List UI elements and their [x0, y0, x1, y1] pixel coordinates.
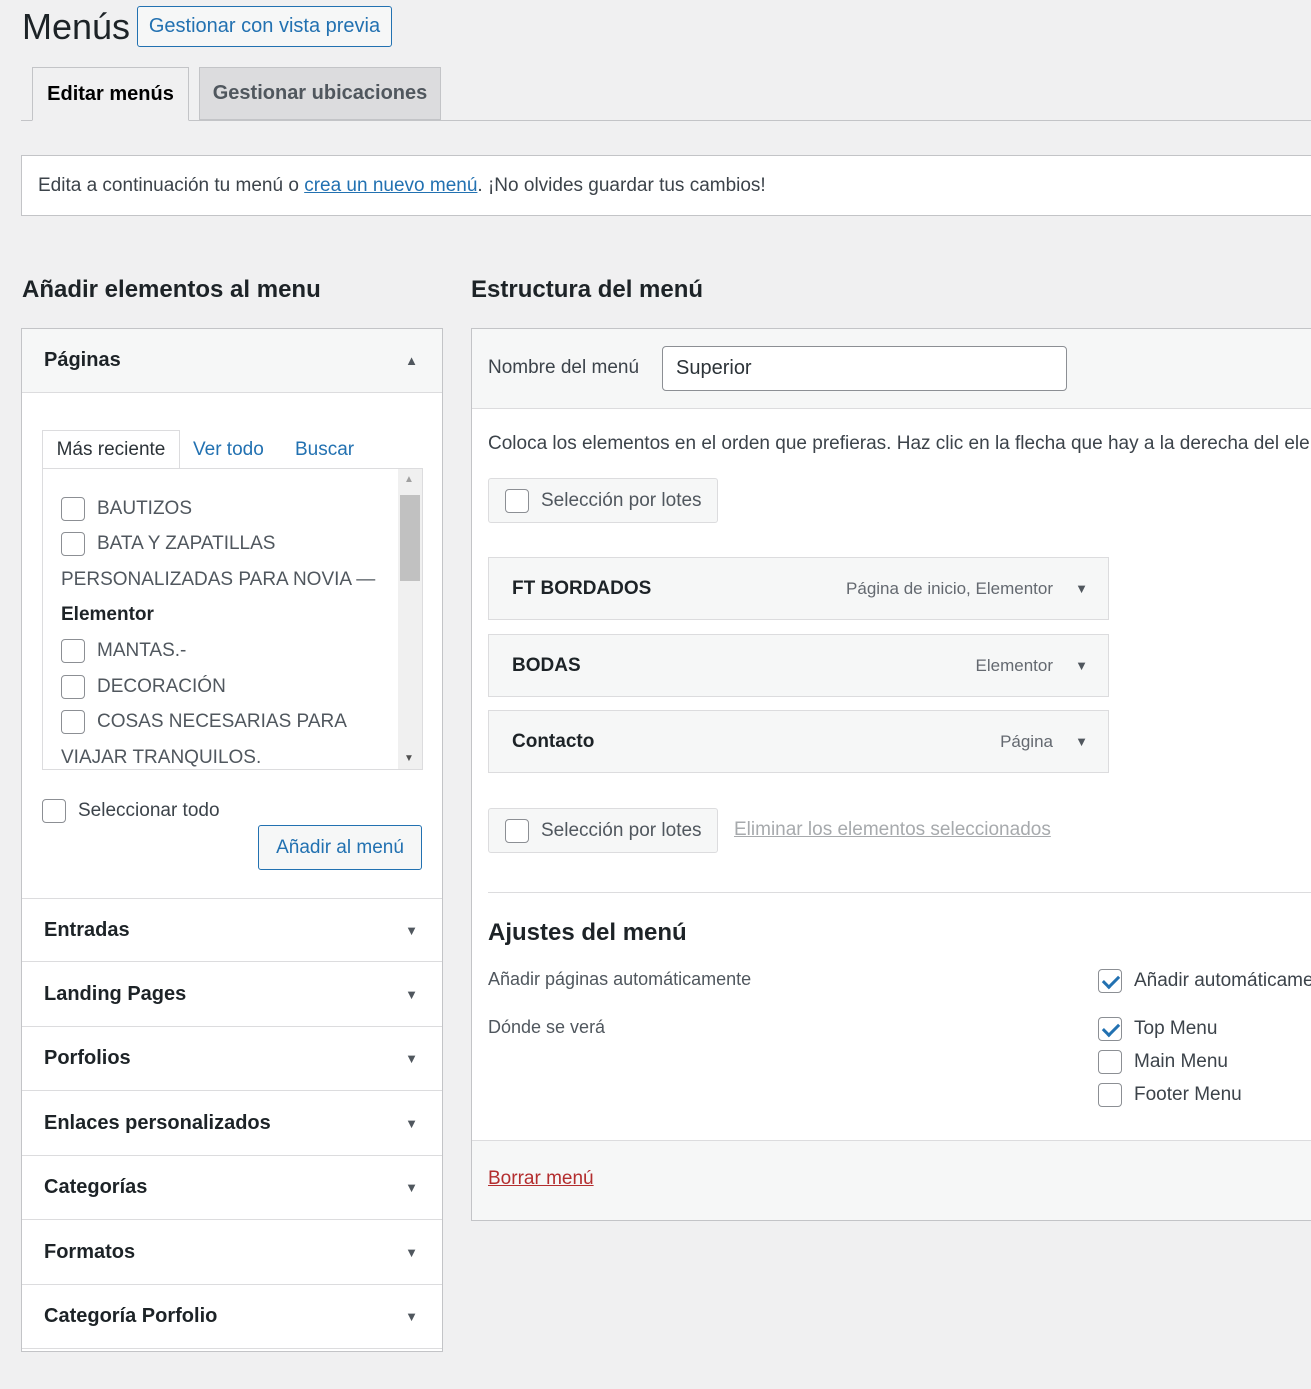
bulk-select-bottom[interactable]: Selección por lotes	[488, 808, 718, 853]
expand-arrow-icon: ▼	[405, 1116, 418, 1131]
auto-add-checkbox[interactable]: Añadir automáticame	[1098, 969, 1311, 993]
locations-label: Dónde se verá	[488, 1017, 606, 1037]
checkbox[interactable]	[61, 639, 85, 663]
expand-arrow-icon[interactable]: ▼	[1075, 581, 1088, 596]
expand-arrow-icon: ▼	[405, 1180, 418, 1195]
accordion-pages-title: Páginas	[44, 349, 121, 371]
create-new-menu-link[interactable]: crea un nuevo menú	[304, 175, 477, 197]
accordion-pages-header[interactable]: Páginas ▲	[22, 329, 442, 393]
menu-item-ft-bordados[interactable]: FT BORDADOS Página de inicio, Elementor …	[488, 557, 1109, 620]
expand-arrow-icon[interactable]: ▼	[1075, 734, 1088, 749]
accordion-landing-pages[interactable]: Landing Pages ▼	[22, 963, 442, 1027]
expand-arrow-icon: ▼	[405, 922, 418, 938]
menu-structure-heading: Estructura del menú	[471, 276, 704, 303]
menu-item-type: Elementor	[975, 655, 1053, 675]
menu-instructions: Coloca los elementos en el orden que pre…	[488, 433, 1310, 454]
accordion-categoria-porfolio[interactable]: Categoría Porfolio ▼	[22, 1285, 442, 1349]
page-item-mantas[interactable]: MANTAS.-	[61, 636, 186, 666]
checkbox[interactable]	[61, 675, 85, 699]
tabs-divider	[21, 120, 1311, 121]
page-item-bata-suffix: Elementor	[61, 604, 154, 625]
checkbox[interactable]	[42, 799, 66, 823]
tab-manage-locations[interactable]: Gestionar ubicaciones	[199, 67, 441, 120]
tab-search[interactable]: Buscar	[295, 430, 354, 470]
select-all-checkbox[interactable]: Seleccionar todo	[42, 799, 220, 823]
expand-arrow-icon: ▼	[405, 1051, 418, 1066]
pages-inner-tabs: Más reciente Ver todo Buscar	[42, 430, 422, 470]
add-items-heading: Añadir elementos al menu	[22, 276, 321, 303]
menu-structure-panel: Nombre del menú Coloca los elementos en …	[471, 328, 1311, 1221]
expand-arrow-icon[interactable]: ▼	[1075, 658, 1088, 673]
menu-name-input[interactable]	[662, 346, 1067, 391]
accordion-categorias[interactable]: Categorías ▼	[22, 1156, 442, 1220]
scrollbar-thumb[interactable]	[400, 495, 420, 581]
location-footer-menu[interactable]: Footer Menu	[1098, 1083, 1242, 1107]
accordion-custom-links[interactable]: Enlaces personalizados ▼	[22, 1092, 442, 1156]
tab-edit-menus[interactable]: Editar menús	[32, 67, 189, 121]
recent-pages-list: BAUTIZOS BATA Y ZAPATILLAS PERSONALIZADA…	[42, 468, 423, 770]
notice-box: Edita a continuación tu menú o crea un n…	[21, 155, 1311, 216]
page-title: Menús	[22, 6, 131, 47]
menu-item-title: Contacto	[512, 730, 595, 752]
checkbox[interactable]	[61, 532, 85, 556]
page-item-cosas-continued: VIAJAR TRANQUILOS.	[61, 747, 262, 768]
list-scrollbar[interactable]: ▲ ▼	[398, 469, 422, 769]
bulk-select-top[interactable]: Selección por lotes	[488, 478, 718, 523]
checkbox[interactable]	[1098, 1083, 1122, 1107]
add-items-accordion: Páginas ▲ Más reciente Ver todo Buscar B…	[21, 328, 443, 1352]
page-item-bata[interactable]: BATA Y ZAPATILLAS	[61, 529, 275, 559]
location-main-menu[interactable]: Main Menu	[1098, 1050, 1228, 1074]
page-item-cosas[interactable]: COSAS NECESARIAS PARA	[61, 707, 347, 737]
manage-with-preview-button[interactable]: Gestionar con vista previa	[137, 6, 392, 47]
expand-arrow-icon: ▼	[405, 1245, 418, 1260]
scroll-down-icon[interactable]: ▼	[404, 753, 414, 764]
page-item-decoracion[interactable]: DECORACIÓN	[61, 672, 226, 702]
checkbox[interactable]	[505, 818, 529, 843]
checkbox[interactable]	[505, 488, 529, 513]
expand-arrow-icon: ▼	[405, 987, 418, 1002]
menu-item-title: FT BORDADOS	[512, 577, 652, 599]
menu-item-title: BODAS	[512, 654, 581, 676]
menu-settings-heading: Ajustes del menú	[488, 919, 687, 946]
add-to-menu-button[interactable]: Añadir al menú	[258, 825, 422, 870]
menu-item-bodas[interactable]: BODAS Elementor ▼	[488, 634, 1109, 697]
tab-view-all[interactable]: Ver todo	[193, 430, 264, 470]
checkbox-checked[interactable]	[1098, 969, 1122, 993]
delete-selected-link[interactable]: Eliminar los elementos seleccionados	[734, 819, 1051, 841]
expand-arrow-icon: ▼	[405, 1309, 418, 1324]
page-item-bata-continued: PERSONALIZADAS PARA NOVIA —	[61, 569, 376, 590]
menu-name-label: Nombre del menú	[488, 357, 640, 378]
checkbox-checked[interactable]	[1098, 1017, 1122, 1041]
settings-divider	[488, 892, 1311, 893]
menu-item-type: Página	[1000, 731, 1053, 751]
notice-text-after: . ¡No olvides guardar tus cambios!	[477, 174, 766, 196]
menu-item-contacto[interactable]: Contacto Página ▼	[488, 710, 1109, 773]
accordion-entradas[interactable]: Entradas ▼	[22, 898, 442, 962]
auto-add-label: Añadir páginas automáticamente	[488, 969, 752, 989]
collapse-arrow-icon: ▲	[405, 353, 418, 368]
page-item-bautizos[interactable]: BAUTIZOS	[61, 494, 192, 524]
checkbox[interactable]	[61, 497, 85, 521]
checkbox[interactable]	[61, 710, 85, 734]
menu-name-bar: Nombre del menú	[472, 329, 1311, 409]
accordion-porfolios[interactable]: Porfolios ▼	[22, 1027, 442, 1091]
notice-text-before: Edita a continuación tu menú o	[38, 174, 299, 196]
delete-menu-link[interactable]: Borrar menú	[488, 1168, 594, 1190]
tab-most-recent[interactable]: Más reciente	[42, 430, 180, 470]
menu-footer-bar: Borrar menú	[472, 1140, 1311, 1220]
menu-item-type: Página de inicio, Elementor	[846, 578, 1053, 598]
accordion-formatos[interactable]: Formatos ▼	[22, 1221, 442, 1285]
checkbox[interactable]	[1098, 1050, 1122, 1074]
location-top-menu[interactable]: Top Menu	[1098, 1017, 1217, 1041]
scroll-up-icon[interactable]: ▲	[404, 474, 414, 485]
